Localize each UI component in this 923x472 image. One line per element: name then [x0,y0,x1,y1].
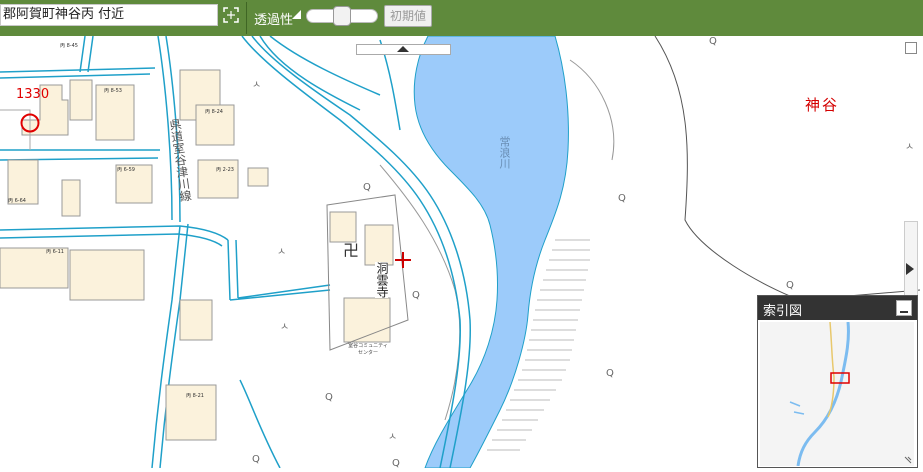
svg-text:Q: Q [709,36,717,47]
house-label: 丙 8-53 [104,88,122,94]
svg-text:Q: Q [412,290,420,301]
svg-text:Q: Q [618,193,626,204]
buildings [0,69,394,441]
expand-arrow-icon[interactable] [906,263,914,275]
svg-text:ㅅ: ㅅ [388,432,397,443]
svg-text:Q: Q [786,280,794,291]
house-label: 丙 6-64 [8,198,26,204]
overview-title: 索引図 [763,304,803,319]
crosshair-icon [395,252,411,268]
river-name-label: 常浪川 [498,136,511,169]
svg-text:Q: Q [392,458,400,468]
house-label: 丙 8-24 [205,109,223,115]
svg-text:Q: Q [363,182,371,193]
side-panel-toggle[interactable] [904,221,918,301]
svg-text:Q: Q [252,454,260,465]
house-label: 丙 8-45 [60,43,78,49]
gray-line [569,59,615,161]
svg-text:ㅅ: ㅅ [252,80,261,91]
house-label: 丙 6-59 [117,167,135,173]
overview-header: 索引図 [758,296,917,320]
svg-text:ㅅ: ㅅ [280,322,289,333]
house-label: 丙 6-11 [46,249,64,255]
overview-map[interactable] [760,322,914,466]
house-label: 丙 2-23 [216,167,234,173]
temple-symbol-icon: 卍 [343,241,359,260]
overview-map-panel: 索引図 [757,295,918,468]
transparency-triangle-icon [292,10,301,19]
fit-screen-icon[interactable] [222,6,240,24]
area-name-label: 神谷 [805,96,840,114]
svg-text:Q: Q [606,368,614,379]
svg-text:ㅅ: ㅅ [905,142,914,153]
river [413,35,569,469]
toolbar: 郡阿賀町神谷丙 付近 透過性 初期値 [0,0,923,36]
map-canvas[interactable]: 卍 QQQ QQQ QQQ ㅅㅅㅅ ㅅㅅ 県道室谷津川線 常浪川 洞雲寺 室谷コ… [0,35,923,469]
svg-text:Q: Q [325,392,333,403]
corner-resize-button[interactable] [905,42,917,54]
address-field[interactable]: 郡阿賀町神谷丙 付近 [0,4,218,26]
reset-button[interactable]: 初期値 [384,5,432,27]
temple-name-label: 洞雲寺 [375,262,389,298]
minimize-icon[interactable] [896,300,912,316]
house-label: 丙 8-21 [186,393,204,399]
lot-number-label: 1330 [16,87,50,102]
toolbar-divider [246,2,247,34]
circle-marker-icon [20,113,40,133]
transparency-label: 透過性 [254,13,294,28]
expand-panel-handle[interactable] [356,44,451,55]
community-center-label: 室谷コミュニティセンター [348,343,388,356]
transparency-slider-thumb[interactable] [333,6,351,26]
svg-text:ㅅ: ㅅ [277,247,286,258]
district-boundary [654,35,921,301]
